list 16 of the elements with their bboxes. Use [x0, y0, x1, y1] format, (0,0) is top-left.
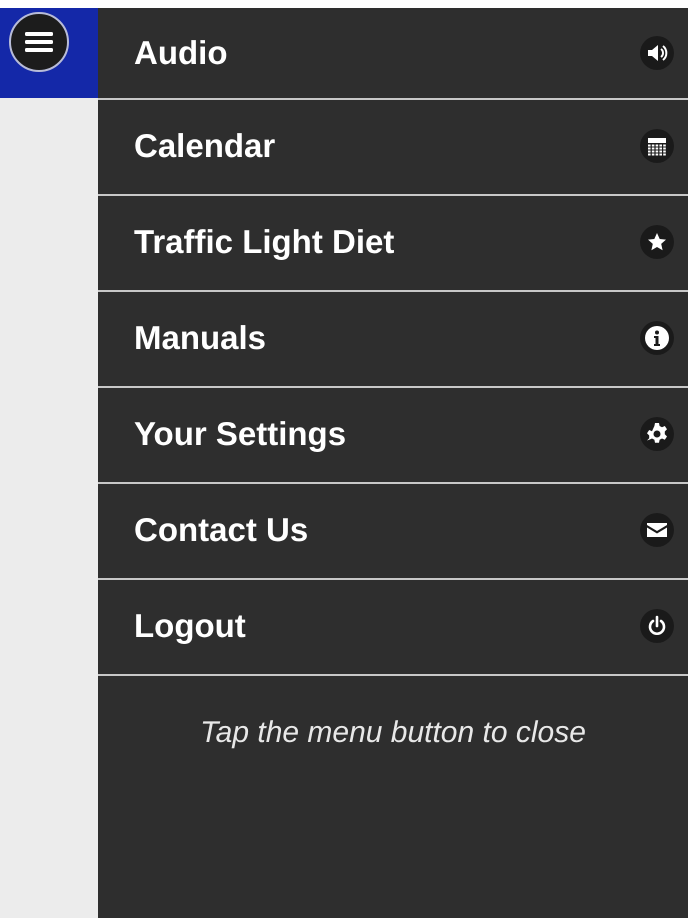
speaker-icon [646, 42, 668, 64]
menu-item[interactable]: Manuals [98, 290, 688, 388]
menu-item[interactable]: Audio [98, 8, 688, 100]
menu-item[interactable]: Contact Us [98, 482, 688, 580]
menu-item[interactable]: Calendar [98, 98, 688, 196]
mail-icon [646, 521, 668, 539]
menu-icon [24, 31, 54, 53]
power-icon [646, 615, 668, 637]
info-icon [644, 325, 670, 351]
menu-item[interactable]: Logout [98, 578, 688, 676]
menu-item[interactable]: Traffic Light Diet [98, 194, 688, 292]
calendar-icon [646, 135, 668, 157]
star-icon [646, 231, 668, 253]
gear-icon [645, 422, 669, 446]
menu-item[interactable]: Your Settings [98, 386, 688, 484]
footer-hint: Tap the menu button to close [199, 716, 587, 750]
